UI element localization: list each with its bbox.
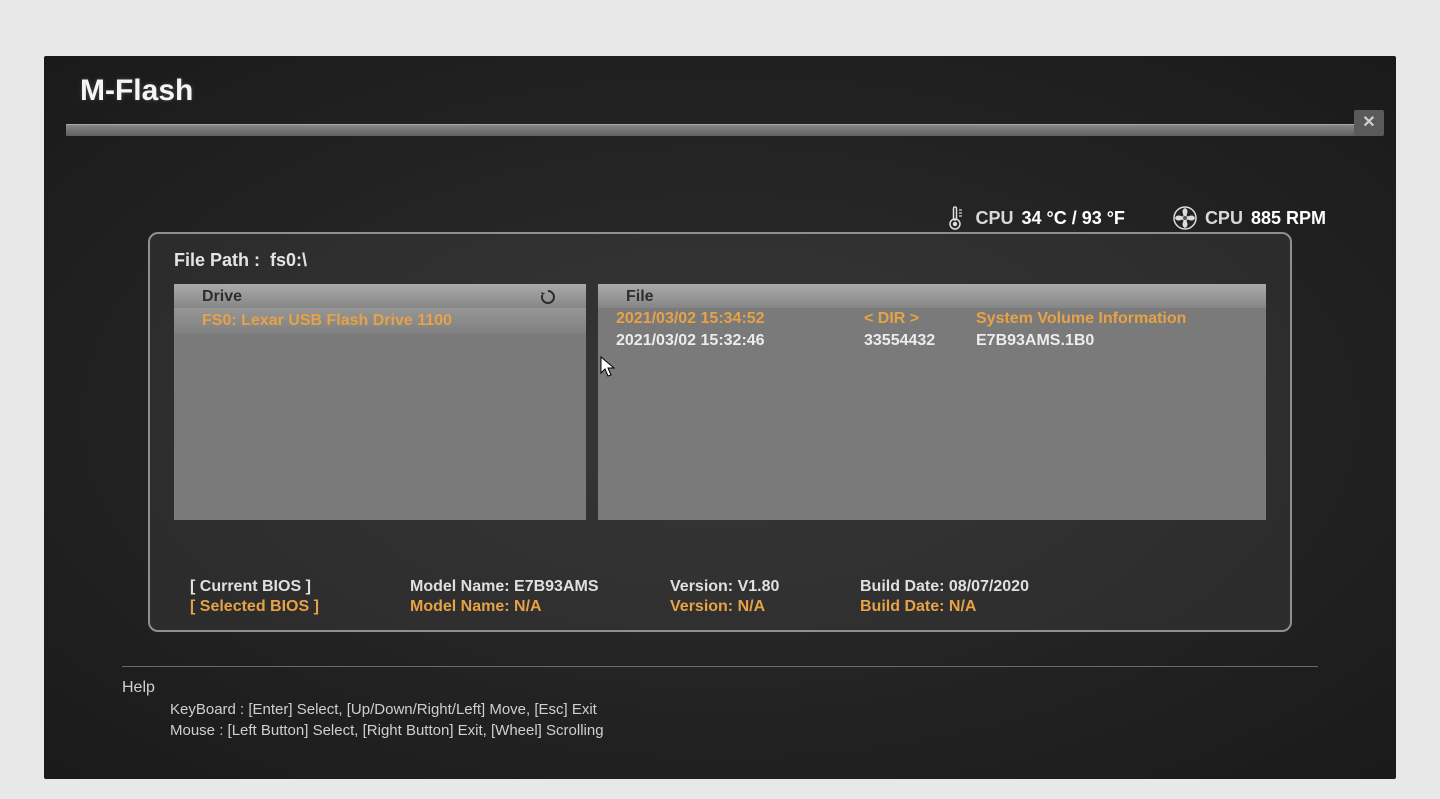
file-path-value: fs0:\: [270, 250, 307, 270]
selected-bios-version: Version: N/A: [670, 598, 860, 616]
close-button[interactable]: ✕: [1354, 110, 1384, 136]
file-header-label: File: [626, 288, 654, 306]
current-bios-label: [ Current BIOS ]: [190, 578, 410, 596]
thermometer-icon: [947, 206, 967, 230]
file-name: System Volume Information: [976, 310, 1248, 328]
current-bios-build: Build Date: 08/07/2020: [860, 578, 1250, 596]
help-mouse-line: Mouse : [Left Button] Select, [Right But…: [170, 720, 1318, 741]
bios-screen: M-Flash ✕ CPU 34 °C / 93 °F CPU 885 RPM …: [44, 56, 1396, 779]
drive-list: FS0: Lexar USB Flash Drive 1100: [174, 308, 586, 520]
help-title: Help: [122, 679, 1318, 697]
help-panel: Help KeyBoard : [Enter] Select, [Up/Down…: [122, 666, 1318, 741]
drive-row-label: FS0: Lexar USB Flash Drive 1100: [202, 312, 452, 329]
cpu-temp-value: 34 °C / 93 °F: [1021, 208, 1124, 229]
cpu-fan-readout: CPU 885 RPM: [1173, 206, 1326, 230]
drive-row[interactable]: FS0: Lexar USB Flash Drive 1100: [174, 308, 586, 334]
current-bios-version: Version: V1.80: [670, 578, 860, 596]
cpu-fan-value: 885 RPM: [1251, 208, 1326, 229]
file-datetime: 2021/03/02 15:34:52: [616, 310, 856, 328]
file-path-label: File Path :: [174, 250, 260, 270]
status-bar: CPU 34 °C / 93 °F CPU 885 RPM: [947, 206, 1326, 230]
file-size: < DIR >: [856, 310, 976, 328]
drive-header-label: Drive: [202, 288, 242, 306]
cpu-temp-readout: CPU 34 °C / 93 °F: [947, 206, 1124, 230]
selected-bios-build: Build Date: N/A: [860, 598, 1250, 616]
title-divider: [66, 124, 1374, 136]
help-keyboard-line: KeyBoard : [Enter] Select, [Up/Down/Righ…: [170, 699, 1318, 720]
file-list: 2021/03/02 15:34:52 < DIR > System Volum…: [598, 308, 1266, 520]
file-browser-panel: File Path : fs0:\ Drive FS0: Lexar USB F…: [148, 232, 1292, 632]
drive-column: Drive FS0: Lexar USB Flash Drive 1100: [174, 284, 586, 520]
file-name: E7B93AMS.1B0: [976, 332, 1248, 350]
cpu-fan-label: CPU: [1205, 208, 1243, 229]
fan-icon: [1173, 206, 1197, 230]
file-size: 33554432: [856, 332, 976, 350]
file-path: File Path : fs0:\: [174, 250, 307, 271]
file-datetime: 2021/03/02 15:32:46: [616, 332, 856, 350]
selected-bios-label: [ Selected BIOS ]: [190, 598, 410, 616]
drive-column-header: Drive: [174, 284, 586, 308]
file-column: File 2021/03/02 15:34:52 < DIR > System …: [598, 284, 1266, 520]
cpu-temp-label: CPU: [975, 208, 1013, 229]
file-row[interactable]: 2021/03/02 15:32:46 33554432 E7B93AMS.1B…: [598, 330, 1266, 352]
file-column-header: File: [598, 284, 1266, 308]
close-icon: ✕: [1362, 114, 1375, 131]
selected-bios-model: Model Name: N/A: [410, 598, 670, 616]
current-bios-model: Model Name: E7B93AMS: [410, 578, 670, 596]
file-row[interactable]: 2021/03/02 15:34:52 < DIR > System Volum…: [598, 308, 1266, 330]
refresh-button[interactable]: [538, 287, 558, 307]
bios-info: [ Current BIOS ] Model Name: E7B93AMS Ve…: [190, 578, 1250, 616]
page-title: M-Flash: [80, 74, 1374, 108]
